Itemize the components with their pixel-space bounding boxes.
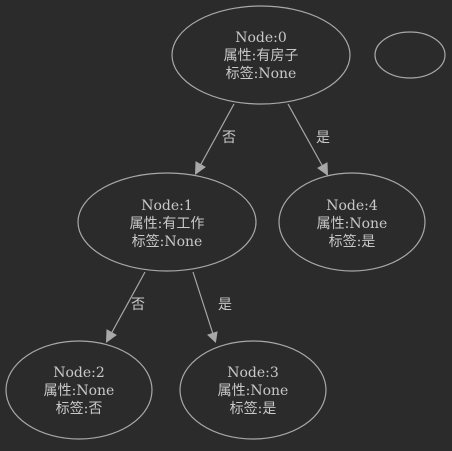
tree-node-empty (374, 31, 446, 79)
edge-0-1: 否 (194, 103, 236, 176)
edge-label: 是 (218, 297, 232, 313)
node-label: 标签:None (226, 65, 297, 82)
tree-node-1: Node:1 属性:有工作 标签:None (77, 172, 257, 272)
edge-1-2: 否 (105, 271, 146, 344)
node-label: 标签:None (132, 233, 203, 250)
node-attribute: 属性:None (317, 216, 388, 232)
edge-1-3: 是 (192, 271, 232, 344)
node-title: Node:4 (326, 198, 378, 214)
node-attribute: 属性:None (44, 383, 115, 399)
decision-tree-diagram: 否 是 否 是 Node:0 属性:有房子 标签:None Node:1 属性:… (5, 5, 446, 440)
node-title: Node:0 (235, 30, 287, 46)
node-label: 标签:否 (56, 400, 103, 417)
node-attribute: 属性:None (218, 383, 289, 399)
node-title: Node:3 (227, 365, 279, 381)
node-label: 标签:是 (230, 400, 277, 417)
tree-node-2: Node:2 属性:None 标签:否 (5, 340, 153, 440)
tree-node-4: Node:4 属性:None 标签:是 (278, 172, 426, 272)
node-attribute: 属性:有房子 (224, 48, 299, 64)
tree-node-0: Node:0 属性:有房子 标签:None (171, 5, 351, 105)
tree-node-3: Node:3 属性:None 标签:是 (179, 340, 327, 440)
node-attribute: 属性:有工作 (130, 216, 205, 232)
edge-label: 否 (222, 130, 236, 146)
node-title: Node:1 (141, 198, 193, 214)
edge-label: 是 (316, 130, 330, 146)
edge-0-4: 是 (287, 103, 330, 177)
node-title: Node:2 (53, 365, 105, 381)
edge-label: 否 (131, 297, 145, 313)
node-label: 标签:是 (329, 233, 376, 250)
